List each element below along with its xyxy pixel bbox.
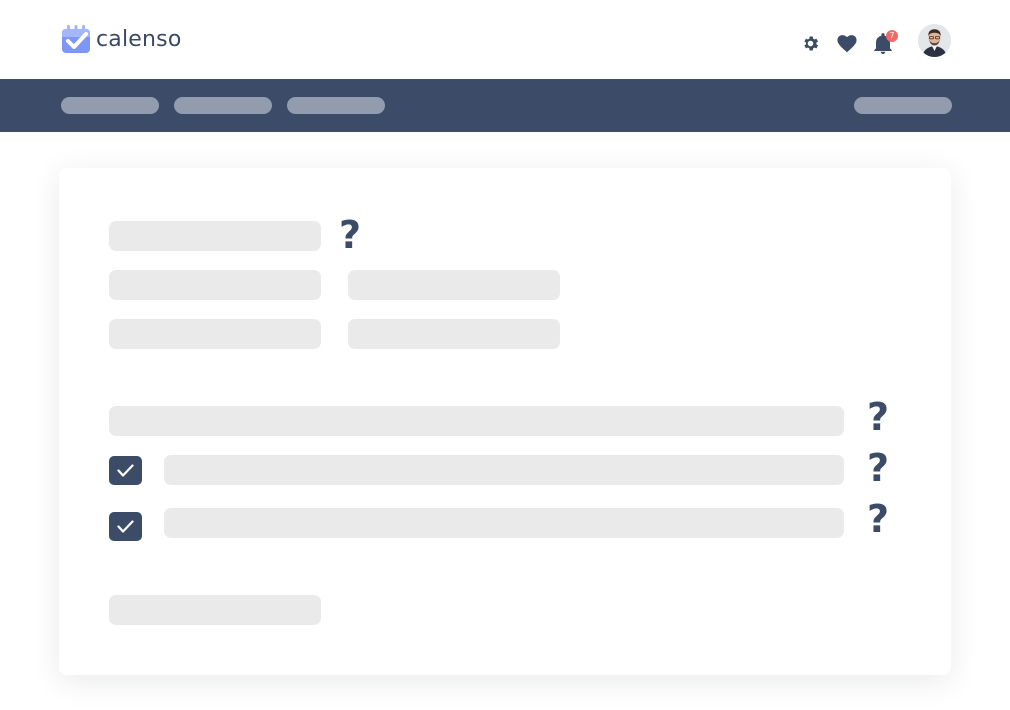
nav-item-2[interactable] [174, 97, 272, 114]
checkmark-icon [117, 520, 134, 533]
checkmark-icon [117, 464, 134, 477]
avatar-photo [918, 24, 951, 57]
field-input-placeholder-1[interactable] [348, 270, 560, 300]
field-input-placeholder-2[interactable] [348, 319, 560, 349]
section-heading-placeholder [109, 406, 844, 436]
nav-item-right[interactable] [854, 97, 952, 114]
checkbox-2[interactable] [109, 512, 142, 541]
calendar-check-icon [62, 25, 90, 53]
help-icon-checkbox-1[interactable]: ? [866, 448, 890, 488]
help-icon-heading[interactable]: ? [338, 215, 362, 255]
app-logo[interactable]: calenso [60, 23, 182, 55]
top-header: calenso 7 [0, 0, 1010, 79]
brand-name: calenso [96, 26, 182, 52]
help-icon-section[interactable]: ? [866, 397, 890, 437]
checkbox-label-placeholder-2 [164, 508, 844, 538]
main-nav-bar [0, 79, 1010, 132]
nav-item-1[interactable] [61, 97, 159, 114]
checkbox-1[interactable] [109, 456, 142, 485]
gear-icon[interactable] [801, 34, 820, 53]
help-icon-checkbox-2[interactable]: ? [866, 499, 890, 539]
form-heading-placeholder [109, 221, 321, 251]
field-label-placeholder-1 [109, 270, 321, 300]
user-avatar[interactable] [918, 24, 951, 57]
field-label-placeholder-2 [109, 319, 321, 349]
heart-icon[interactable] [837, 34, 857, 53]
notification-badge: 7 [886, 30, 898, 42]
nav-item-3[interactable] [287, 97, 385, 114]
checkbox-label-placeholder-1 [164, 455, 844, 485]
submit-button-placeholder[interactable] [109, 595, 321, 625]
